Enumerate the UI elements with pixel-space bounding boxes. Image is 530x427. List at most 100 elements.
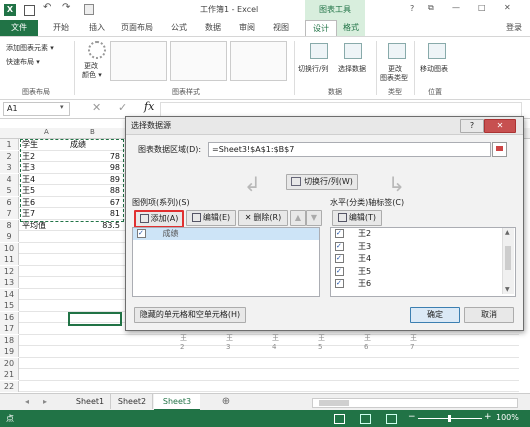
chart-style-3[interactable]	[230, 41, 287, 81]
axis-label-checkbox[interactable]	[335, 240, 344, 252]
column-header-b[interactable]: B	[90, 128, 95, 136]
move-up-button[interactable]: ▲	[290, 210, 306, 226]
move-chart-button[interactable]: 移动图表	[420, 64, 448, 74]
axis-label-checkbox[interactable]	[335, 277, 344, 290]
ok-button[interactable]: 确定	[410, 307, 460, 323]
quick-layout-button[interactable]: 快速布局 ▾	[6, 57, 40, 67]
remove-series-button[interactable]: ✕ 删除(R)	[238, 210, 288, 226]
redo-icon[interactable]: ↷	[62, 2, 70, 13]
axis-label-item[interactable]: 王2	[331, 228, 515, 241]
tab-design[interactable]: 设计	[305, 20, 337, 37]
chart-data-range-input[interactable]: =Sheet3!$A$1:$B$7	[208, 142, 491, 157]
axis-label-checkbox[interactable]	[335, 265, 344, 277]
row-header[interactable]: 20	[0, 357, 19, 369]
dialog-close-button[interactable]: ✕	[484, 119, 516, 133]
row-header[interactable]: 22	[0, 380, 19, 392]
series-checkbox[interactable]	[137, 227, 146, 239]
page-break-view-icon[interactable]	[386, 414, 397, 424]
row-header[interactable]: 19	[0, 346, 19, 357]
help-button[interactable]: ?	[410, 4, 414, 13]
row-header[interactable]: 15	[0, 300, 19, 311]
axis-label-checkbox[interactable]	[335, 252, 344, 265]
tab-home[interactable]: 开始	[42, 20, 80, 36]
row-header[interactable]: 12	[0, 265, 19, 277]
next-sheet-button[interactable]: ▸	[40, 394, 50, 409]
series-list-item[interactable]: 成绩	[133, 227, 319, 240]
undo-icon[interactable]: ↶	[43, 2, 51, 13]
axis-label-item[interactable]: 王6	[331, 277, 515, 291]
select-data-button[interactable]: 选择数据	[338, 64, 366, 74]
zoom-slider[interactable]	[418, 415, 482, 422]
insert-function-icon[interactable]: fx	[144, 100, 154, 113]
tab-formulas[interactable]: 公式	[164, 20, 194, 36]
active-cell[interactable]	[68, 311, 122, 326]
tab-data[interactable]: 数据	[198, 20, 228, 36]
tab-insert[interactable]: 插入	[82, 20, 112, 36]
switch-row-column-button[interactable]: 切换行/列	[298, 64, 328, 74]
confirm-entry-icon[interactable]: ✓	[118, 101, 127, 114]
cancel-button[interactable]: 取消	[464, 307, 514, 323]
name-box-dropdown-icon[interactable]: ▾	[60, 103, 64, 111]
row-header[interactable]: 1	[0, 139, 19, 150]
axis-label-list[interactable]: 王2 王3 王4 王5 王6	[330, 227, 516, 297]
axis-label-checkbox[interactable]	[335, 228, 344, 240]
formula-input[interactable]	[160, 102, 522, 117]
axis-label-item[interactable]: 王4	[331, 252, 515, 266]
edit-axis-labels-button[interactable]: 编辑(T)	[332, 210, 382, 226]
zoom-level[interactable]: 100%	[496, 413, 519, 422]
row-header[interactable]: 13	[0, 277, 19, 288]
row-header[interactable]: 11	[0, 254, 19, 265]
normal-view-icon[interactable]	[334, 414, 345, 424]
tab-format[interactable]: 格式	[337, 20, 365, 36]
row-header[interactable]: 10	[0, 242, 19, 254]
add-chart-element-button[interactable]: 添加图表元素 ▾	[6, 43, 54, 53]
tab-page-layout[interactable]: 页面布局	[114, 20, 160, 36]
row-header[interactable]: 16	[0, 311, 19, 323]
row-header[interactable]: 2	[0, 150, 19, 162]
switch-row-column-dialog-button[interactable]: 切换行/列(W)	[286, 174, 358, 190]
row-header[interactable]: 9	[0, 231, 19, 242]
axis-label-item[interactable]: 王5	[331, 265, 515, 279]
row-header[interactable]: 14	[0, 288, 19, 300]
prev-sheet-button[interactable]: ◂	[22, 394, 32, 409]
axis-label-item[interactable]: 王3	[331, 240, 515, 254]
cancel-entry-icon[interactable]: ✕	[92, 101, 101, 114]
ribbon-display-button[interactable]: ⧉	[428, 3, 434, 13]
customize-qat-icon[interactable]	[84, 4, 94, 15]
close-button[interactable]: ✕	[504, 3, 511, 12]
row-header[interactable]: 5	[0, 185, 19, 196]
edit-series-button[interactable]: 编辑(E)	[186, 210, 236, 226]
chart-style-1[interactable]	[110, 41, 167, 81]
sheet-tab-sheet3[interactable]: Sheet3	[154, 394, 200, 411]
series-list[interactable]: 成绩	[132, 227, 320, 297]
sheet-tab-sheet1[interactable]: Sheet1	[70, 394, 111, 409]
column-header-a[interactable]: A	[44, 128, 49, 136]
minimize-button[interactable]: —	[452, 3, 460, 12]
scroll-up-icon[interactable]: ▲	[505, 229, 510, 236]
tab-review[interactable]: 审阅	[232, 20, 262, 36]
row-header[interactable]: 7	[0, 208, 19, 219]
scroll-down-icon[interactable]: ▼	[505, 286, 510, 293]
chart-style-2[interactable]	[170, 41, 227, 81]
change-chart-type-button-2[interactable]: 图表类型	[380, 73, 408, 83]
row-header[interactable]: 17	[0, 323, 19, 334]
axis-list-scrollbar[interactable]: ▲ ▼	[502, 228, 514, 294]
collapse-dialog-icon[interactable]	[492, 142, 507, 157]
tab-file[interactable]: 文件	[0, 20, 38, 36]
user-sign-in[interactable]: 登录	[500, 20, 528, 36]
maximize-button[interactable]: □	[478, 3, 486, 12]
row-header[interactable]: 6	[0, 196, 19, 208]
sheet-tab-sheet2[interactable]: Sheet2	[112, 394, 153, 409]
row-header[interactable]: 8	[0, 219, 19, 231]
tab-view[interactable]: 视图	[266, 20, 296, 36]
add-series-button[interactable]: 添加(A)	[134, 210, 184, 228]
row-header[interactable]: 4	[0, 173, 19, 185]
scroll-thumb[interactable]	[505, 246, 511, 270]
row-header[interactable]: 21	[0, 369, 19, 380]
horizontal-scrollbar[interactable]	[312, 398, 518, 408]
row-header[interactable]: 18	[0, 334, 19, 346]
save-icon[interactable]	[24, 5, 35, 16]
hidden-empty-cells-button[interactable]: 隐藏的单元格和空单元格(H)	[134, 307, 246, 323]
zoom-out-button[interactable]: −	[408, 412, 416, 422]
move-down-button[interactable]: ▼	[306, 210, 322, 226]
